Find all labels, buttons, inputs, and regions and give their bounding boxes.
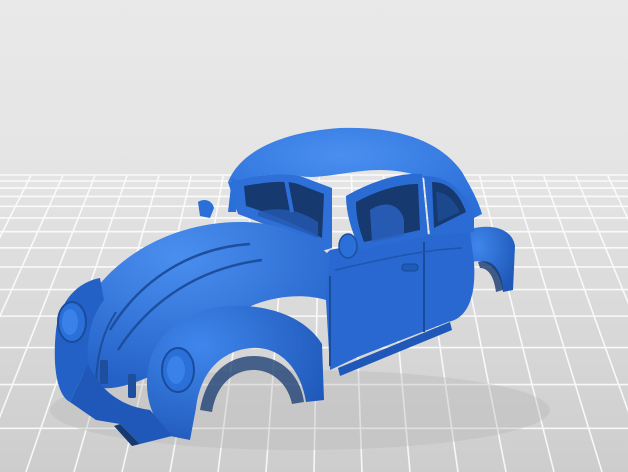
bumper-bracket-left [100,360,108,384]
bumper-bracket-right [128,374,136,398]
right-mirror [338,233,358,259]
door-handle [401,263,419,272]
right-headlight-lens [167,356,185,384]
left-headlight-lens [62,309,78,335]
render-viewport [0,0,628,472]
seat [370,204,404,242]
scene-svg [0,0,628,472]
